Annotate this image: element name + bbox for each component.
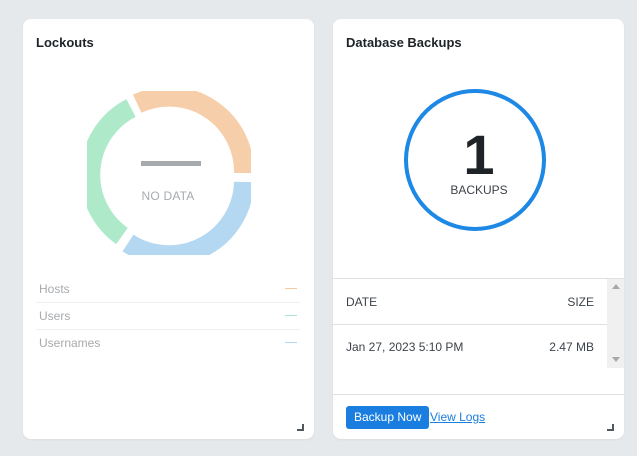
legend-label: Users	[39, 309, 71, 323]
legend-label: Usernames	[39, 336, 101, 350]
backup-date: Jan 27, 2023 5:10 PM	[346, 340, 464, 354]
donut-segment-users	[87, 99, 136, 245]
lockouts-legend: Hosts Users Usernames	[36, 276, 300, 356]
database-backups-card: Database Backups 1 BACKUPS DATE SIZE Jan…	[333, 19, 624, 439]
scroll-up-icon[interactable]	[612, 284, 620, 289]
view-logs-link[interactable]: View Logs	[430, 410, 485, 424]
legend-swatch	[285, 288, 297, 289]
backup-size: 2.47 MB	[549, 340, 594, 354]
legend-label: Hosts	[39, 282, 70, 296]
legend-row-usernames: Usernames	[36, 330, 300, 356]
resize-handle-icon[interactable]	[607, 424, 614, 431]
backup-now-button[interactable]: Backup Now	[346, 406, 430, 429]
backups-count-label: BACKUPS	[450, 183, 508, 197]
lockouts-card: Lockouts NO DATA Hosts Users Usernames	[23, 19, 314, 439]
backups-table-header: DATE SIZE	[333, 279, 607, 325]
lockouts-title: Lockouts	[36, 35, 94, 50]
legend-row-hosts: Hosts	[36, 276, 300, 303]
no-data-label: NO DATA	[141, 189, 195, 203]
legend-swatch	[285, 315, 297, 316]
no-data-dash	[141, 161, 201, 166]
lockouts-donut-chart	[87, 91, 251, 255]
legend-row-users: Users	[36, 303, 300, 330]
table-row: Jan 27, 2023 5:10 PM 2.47 MB	[333, 325, 607, 367]
legend-swatch	[285, 342, 297, 343]
size-column-header: SIZE	[567, 295, 594, 309]
backups-footer: Backup Now View Logs	[333, 394, 624, 440]
date-column-header: DATE	[346, 295, 378, 309]
backups-title: Database Backups	[346, 35, 462, 50]
backups-count: 1	[463, 123, 495, 186]
backups-table: DATE SIZE Jan 27, 2023 5:10 PM 2.47 MB	[333, 278, 624, 368]
table-scrollbar[interactable]	[607, 279, 624, 368]
scroll-down-icon[interactable]	[612, 357, 620, 362]
resize-handle-icon[interactable]	[297, 424, 304, 431]
